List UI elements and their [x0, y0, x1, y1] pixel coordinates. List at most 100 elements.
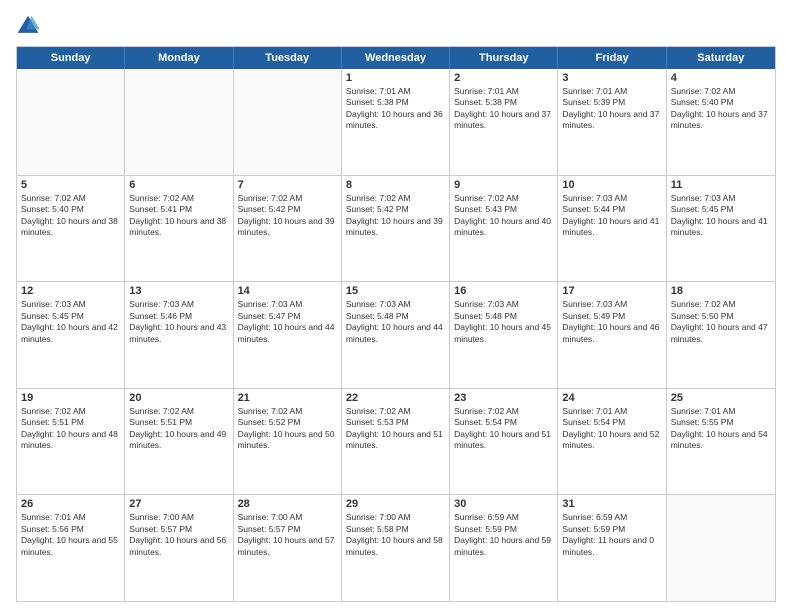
calendar-cell: 31 Sunrise: 6:59 AMSunset: 5:59 PMDayligh…: [558, 495, 666, 601]
cell-info: Sunrise: 7:03 AMSunset: 5:45 PMDaylight:…: [671, 193, 771, 239]
calendar-cell: 23 Sunrise: 7:02 AMSunset: 5:54 PMDayligh…: [450, 389, 558, 495]
day-number: 8: [346, 179, 445, 191]
calendar-cell: 29 Sunrise: 7:00 AMSunset: 5:58 PMDayligh…: [342, 495, 450, 601]
cell-info: Sunrise: 7:01 AMSunset: 5:38 PMDaylight:…: [454, 86, 553, 132]
calendar-cell: 5Sunrise: 7:02 AMSunset: 5:40 PMDaylight…: [17, 176, 125, 282]
cell-info: Sunrise: 7:02 AMSunset: 5:52 PMDaylight:…: [238, 406, 337, 452]
day-number: 21: [238, 392, 337, 404]
calendar-cell: 15 Sunrise: 7:03 AMSunset: 5:48 PMDayligh…: [342, 282, 450, 388]
calendar-cell: 4 Sunrise: 7:02 AMSunset: 5:40 PMDaylight…: [667, 69, 775, 175]
calendar-row-0: 1 Sunrise: 7:01 AMSunset: 5:38 PMDaylight…: [17, 69, 775, 176]
day-number: 24: [562, 392, 661, 404]
cell-info: Sunrise: 7:02 AMSunset: 5:51 PMDaylight:…: [21, 406, 120, 452]
calendar-row-3: 19 Sunrise: 7:02 AMSunset: 5:51 PMDayligh…: [17, 389, 775, 496]
calendar-cell: 20Sunrise: 7:02 AMSunset: 5:51 PMDayligh…: [125, 389, 233, 495]
calendar-cell: 26Sunrise: 7:01 AMSunset: 5:56 PMDayligh…: [17, 495, 125, 601]
day-number: 12: [21, 285, 120, 297]
calendar-cell: 30Sunrise: 6:59 AMSunset: 5:59 PMDayligh…: [450, 495, 558, 601]
calendar-cell: 13Sunrise: 7:03 AMSunset: 5:46 PMDayligh…: [125, 282, 233, 388]
day-number: 29: [346, 498, 445, 510]
cell-info: Sunrise: 7:02 AMSunset: 5:41 PMDaylight:…: [129, 193, 228, 239]
calendar-header: SundayMondayTuesdayWednesdayThursdayFrid…: [17, 47, 775, 69]
cell-info: Sunrise: 7:02 AMSunset: 5:40 PMDaylight:…: [21, 193, 120, 239]
calendar-cell: [667, 495, 775, 601]
cell-info: Sunrise: 7:03 AMSunset: 5:44 PMDaylight:…: [562, 193, 661, 239]
header-day-saturday: Saturday: [667, 47, 775, 69]
cell-info: Sunrise: 7:03 AMSunset: 5:45 PMDaylight:…: [21, 299, 120, 345]
calendar-cell: 14Sunrise: 7:03 AMSunset: 5:47 PMDayligh…: [234, 282, 342, 388]
calendar-cell: 11 Sunrise: 7:03 AMSunset: 5:45 PMDayligh…: [667, 176, 775, 282]
cell-info: Sunrise: 7:02 AMSunset: 5:40 PMDaylight:…: [671, 86, 771, 132]
calendar-cell: [125, 69, 233, 175]
day-number: 25: [671, 392, 771, 404]
calendar-cell: 12 Sunrise: 7:03 AMSunset: 5:45 PMDayligh…: [17, 282, 125, 388]
header-day-wednesday: Wednesday: [342, 47, 450, 69]
day-number: 19: [21, 392, 120, 404]
calendar-cell: 2 Sunrise: 7:01 AMSunset: 5:38 PMDaylight…: [450, 69, 558, 175]
cell-info: Sunrise: 7:03 AMSunset: 5:48 PMDaylight:…: [454, 299, 553, 345]
day-number: 2: [454, 72, 553, 84]
calendar-cell: 9 Sunrise: 7:02 AMSunset: 5:43 PMDaylight…: [450, 176, 558, 282]
cell-info: Sunrise: 7:02 AMSunset: 5:43 PMDaylight:…: [454, 193, 553, 239]
day-number: 28: [238, 498, 337, 510]
cell-info: Sunrise: 7:03 AMSunset: 5:48 PMDaylight:…: [346, 299, 445, 345]
calendar-cell: 1 Sunrise: 7:01 AMSunset: 5:38 PMDaylight…: [342, 69, 450, 175]
calendar: SundayMondayTuesdayWednesdayThursdayFrid…: [16, 46, 776, 602]
calendar-cell: 28 Sunrise: 7:00 AMSunset: 5:57 PMDayligh…: [234, 495, 342, 601]
calendar-row-1: 5Sunrise: 7:02 AMSunset: 5:40 PMDaylight…: [17, 176, 775, 283]
calendar-cell: 10 Sunrise: 7:03 AMSunset: 5:44 PMDayligh…: [558, 176, 666, 282]
cell-info: Sunrise: 6:59 AMSunset: 5:59 PMDaylight:…: [562, 512, 661, 558]
cell-info: Sunrise: 7:02 AMSunset: 5:42 PMDaylight:…: [238, 193, 337, 239]
calendar-row-2: 12 Sunrise: 7:03 AMSunset: 5:45 PMDayligh…: [17, 282, 775, 389]
cell-info: Sunrise: 7:02 AMSunset: 5:50 PMDaylight:…: [671, 299, 771, 345]
day-number: 10: [562, 179, 661, 191]
header-day-sunday: Sunday: [17, 47, 125, 69]
day-number: 27: [129, 498, 228, 510]
header-day-thursday: Thursday: [450, 47, 558, 69]
cell-info: Sunrise: 6:59 AMSunset: 5:59 PMDaylight:…: [454, 512, 553, 558]
day-number: 1: [346, 72, 445, 84]
cell-info: Sunrise: 7:03 AMSunset: 5:49 PMDaylight:…: [562, 299, 661, 345]
calendar-cell: 17 Sunrise: 7:03 AMSunset: 5:49 PMDayligh…: [558, 282, 666, 388]
cell-info: Sunrise: 7:01 AMSunset: 5:54 PMDaylight:…: [562, 406, 661, 452]
day-number: 17: [562, 285, 661, 297]
page: SundayMondayTuesdayWednesdayThursdayFrid…: [0, 0, 792, 612]
cell-info: Sunrise: 7:02 AMSunset: 5:51 PMDaylight:…: [129, 406, 228, 452]
header-day-monday: Monday: [125, 47, 233, 69]
cell-info: Sunrise: 7:01 AMSunset: 5:38 PMDaylight:…: [346, 86, 445, 132]
header-day-friday: Friday: [558, 47, 666, 69]
cell-info: Sunrise: 7:01 AMSunset: 5:55 PMDaylight:…: [671, 406, 771, 452]
calendar-cell: 8 Sunrise: 7:02 AMSunset: 5:42 PMDaylight…: [342, 176, 450, 282]
day-number: 15: [346, 285, 445, 297]
day-number: 16: [454, 285, 553, 297]
day-number: 4: [671, 72, 771, 84]
day-number: 22: [346, 392, 445, 404]
day-number: 7: [238, 179, 337, 191]
cell-info: Sunrise: 7:00 AMSunset: 5:58 PMDaylight:…: [346, 512, 445, 558]
calendar-cell: 16 Sunrise: 7:03 AMSunset: 5:48 PMDayligh…: [450, 282, 558, 388]
cell-info: Sunrise: 7:00 AMSunset: 5:57 PMDaylight:…: [238, 512, 337, 558]
day-number: 26: [21, 498, 120, 510]
calendar-cell: 24 Sunrise: 7:01 AMSunset: 5:54 PMDayligh…: [558, 389, 666, 495]
calendar-cell: 21 Sunrise: 7:02 AMSunset: 5:52 PMDayligh…: [234, 389, 342, 495]
day-number: 31: [562, 498, 661, 510]
day-number: 14: [238, 285, 337, 297]
header-day-tuesday: Tuesday: [234, 47, 342, 69]
calendar-cell: 25 Sunrise: 7:01 AMSunset: 5:55 PMDayligh…: [667, 389, 775, 495]
cell-info: Sunrise: 7:02 AMSunset: 5:42 PMDaylight:…: [346, 193, 445, 239]
cell-info: Sunrise: 7:00 AMSunset: 5:57 PMDaylight:…: [129, 512, 228, 558]
day-number: 11: [671, 179, 771, 191]
day-number: 3: [562, 72, 661, 84]
day-number: 9: [454, 179, 553, 191]
day-number: 23: [454, 392, 553, 404]
logo-icon: [16, 14, 40, 38]
calendar-row-4: 26Sunrise: 7:01 AMSunset: 5:56 PMDayligh…: [17, 495, 775, 601]
cell-info: Sunrise: 7:02 AMSunset: 5:54 PMDaylight:…: [454, 406, 553, 452]
day-number: 13: [129, 285, 228, 297]
cell-info: Sunrise: 7:01 AMSunset: 5:39 PMDaylight:…: [562, 86, 661, 132]
calendar-cell: [17, 69, 125, 175]
logo: [16, 14, 44, 38]
calendar-cell: 6Sunrise: 7:02 AMSunset: 5:41 PMDaylight…: [125, 176, 233, 282]
calendar-body: 1 Sunrise: 7:01 AMSunset: 5:38 PMDaylight…: [17, 69, 775, 601]
calendar-cell: 18Sunrise: 7:02 AMSunset: 5:50 PMDayligh…: [667, 282, 775, 388]
